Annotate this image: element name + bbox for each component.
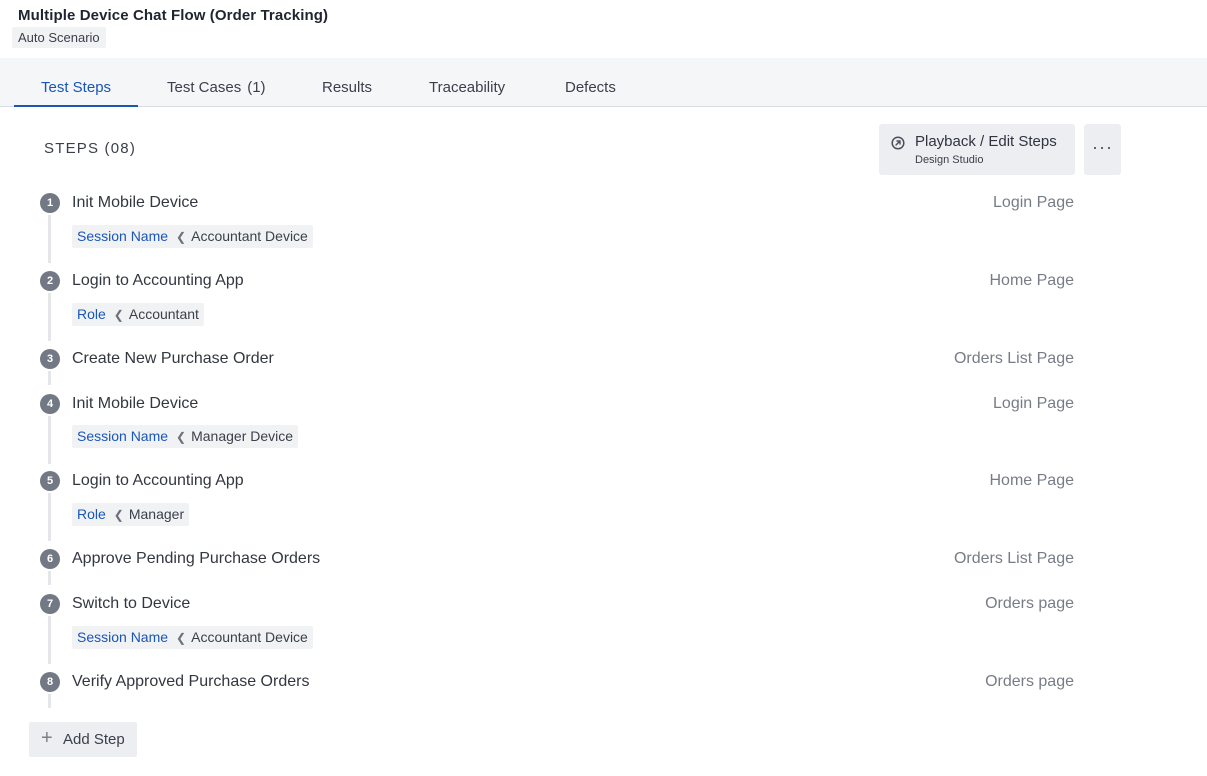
step-name[interactable]: Init Mobile Device	[72, 395, 198, 413]
step-name[interactable]: Login to Accounting App	[72, 272, 244, 290]
step-number-badge: 4	[40, 394, 60, 414]
step-number-badge: 8	[40, 672, 60, 692]
step-name[interactable]: Login to Accounting App	[72, 472, 244, 490]
step-number-badge: 2	[40, 271, 60, 291]
step-parameter: Session Name ❮ Manager Device	[72, 425, 299, 448]
chevron-left-icon: ❮	[176, 631, 187, 645]
parameter-key: Role	[77, 306, 106, 322]
chevron-left-icon: ❮	[176, 230, 187, 244]
step-connector-line	[48, 293, 51, 341]
parameter-key: Session Name	[77, 428, 169, 444]
step-page: Orders List Page	[953, 550, 1074, 567]
steps-list: 1 Init Mobile Device Login Page Session …	[0, 0, 1207, 776]
step-page: Home Page	[989, 272, 1075, 289]
parameter-key: Role	[77, 506, 106, 522]
step-connector-line	[48, 493, 51, 541]
parameter-value: Accountant Device	[191, 629, 308, 645]
step-page: Login Page	[993, 395, 1074, 412]
step-page: Orders page	[985, 595, 1074, 612]
step-number-badge: 6	[40, 549, 60, 569]
plus-icon: +	[41, 727, 53, 749]
step-connector-line	[48, 215, 51, 263]
step-parameter: Session Name ❮ Accountant Device	[72, 626, 313, 649]
step-connector-line	[48, 694, 51, 708]
step-connector-line	[48, 571, 51, 585]
step-page: Orders page	[985, 673, 1074, 690]
step-name[interactable]: Verify Approved Purchase Orders	[72, 673, 309, 691]
step-page: Login Page	[993, 194, 1074, 211]
step-number-badge: 1	[40, 193, 60, 213]
step-number-badge: 5	[40, 471, 60, 491]
step-connector-line	[48, 371, 51, 385]
parameter-value: Manager Device	[191, 428, 294, 444]
step-name[interactable]: Switch to Device	[72, 595, 190, 613]
add-step-label: Add Step	[63, 731, 125, 748]
step-parameter: Session Name ❮ Accountant Device	[72, 225, 313, 248]
chevron-left-icon: ❮	[113, 508, 124, 522]
parameter-key: Session Name	[77, 228, 169, 244]
step-name[interactable]: Approve Pending Purchase Orders	[72, 550, 320, 568]
step-page: Orders List Page	[953, 350, 1074, 367]
parameter-value: Manager	[128, 506, 185, 522]
chevron-left-icon: ❮	[113, 308, 124, 322]
step-number-badge: 3	[40, 349, 60, 369]
add-step-button[interactable]: + Add Step	[29, 722, 137, 757]
parameter-value: Accountant Device	[191, 228, 308, 244]
parameter-value: Accountant	[128, 306, 199, 322]
step-name[interactable]: Create New Purchase Order	[72, 350, 274, 368]
parameter-key: Session Name	[77, 629, 169, 645]
step-parameter: Role ❮ Manager	[72, 503, 190, 526]
step-page: Home Page	[989, 472, 1075, 489]
step-parameter: Role ❮ Accountant	[72, 303, 204, 326]
step-connector-line	[48, 416, 51, 464]
chevron-left-icon: ❮	[176, 430, 187, 444]
step-connector-line	[48, 616, 51, 664]
step-number-badge: 7	[40, 594, 60, 614]
step-name[interactable]: Init Mobile Device	[72, 194, 198, 212]
